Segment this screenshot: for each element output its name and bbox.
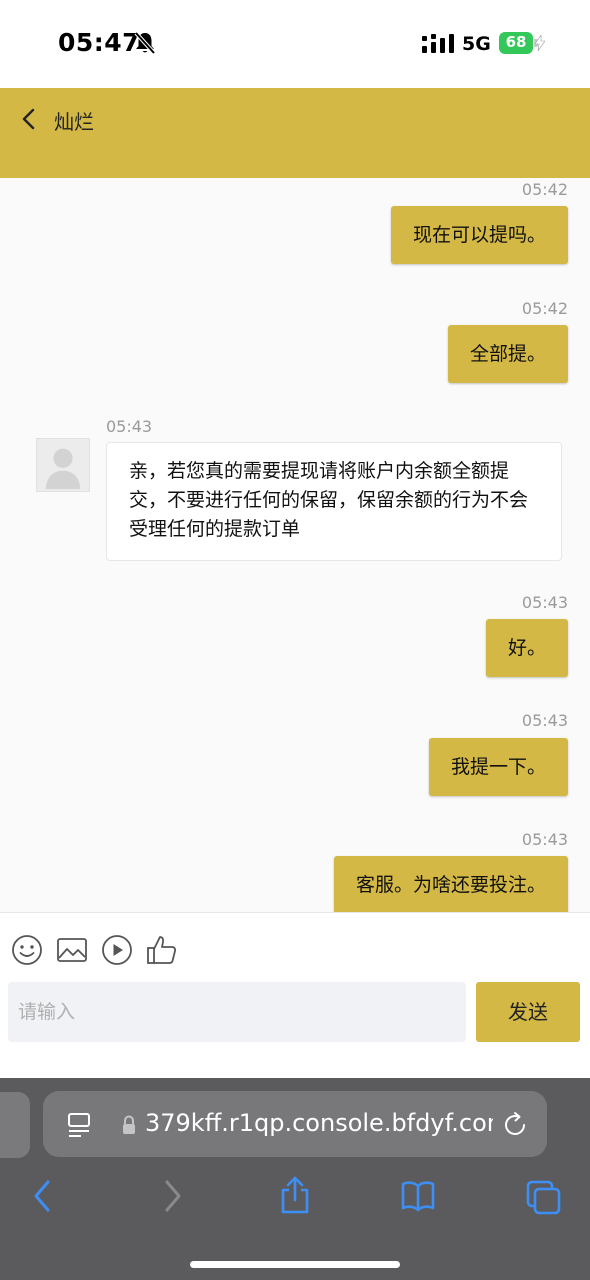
browser-toolbar: 379kff.r1qp.console.bfdyf.com bbox=[0, 1078, 590, 1280]
back-arrow-icon[interactable] bbox=[26, 1176, 62, 1216]
image-icon[interactable] bbox=[55, 933, 89, 967]
thumbs-up-icon[interactable] bbox=[145, 933, 179, 967]
message-time: 05:42 bbox=[521, 180, 568, 199]
message-list[interactable]: 05:42 现在可以提吗。 05:42 全部提。 05:43 亲，若您真的需要提… bbox=[0, 178, 590, 912]
url-text: 379kff.r1qp.console.bfdyf.com bbox=[145, 1109, 493, 1137]
outgoing-message[interactable]: 好。 bbox=[485, 619, 568, 677]
incoming-message[interactable]: 亲，若您真的需要提现请将账户内余额全额提 交，不要进行任何的保留，保留余额的行为… bbox=[106, 442, 562, 561]
home-indicator[interactable] bbox=[190, 1261, 400, 1268]
battery-level: 68 bbox=[505, 33, 527, 51]
user-silhouette-icon bbox=[45, 448, 81, 490]
battery-body: 68 bbox=[499, 32, 533, 54]
message-time: 05:43 bbox=[106, 417, 153, 436]
message-composer: 发送 bbox=[0, 912, 590, 1078]
battery-indicator: 68 bbox=[499, 32, 545, 54]
address-bar[interactable]: 379kff.r1qp.console.bfdyf.com bbox=[43, 1091, 547, 1157]
previous-tab-peek[interactable] bbox=[0, 1092, 30, 1158]
message-time: 05:42 bbox=[521, 299, 568, 318]
message-time: 05:43 bbox=[521, 711, 568, 730]
status-time: 05:47 bbox=[58, 28, 141, 57]
avatar[interactable] bbox=[36, 438, 90, 492]
bookmarks-icon[interactable] bbox=[400, 1176, 436, 1216]
chat-header: 灿烂 bbox=[0, 88, 590, 178]
send-button[interactable]: 发送 bbox=[476, 982, 580, 1042]
outgoing-message[interactable]: 全部提。 bbox=[447, 325, 568, 383]
outgoing-message[interactable]: 客服。为啥还要投注。 bbox=[333, 856, 568, 912]
lock-icon bbox=[123, 1115, 135, 1134]
status-bar: 05:47 5G 68 bbox=[0, 0, 590, 88]
bell-slash-icon bbox=[134, 31, 156, 55]
back-chevron-icon[interactable] bbox=[18, 106, 42, 132]
tabs-icon[interactable] bbox=[526, 1176, 562, 1216]
message-time: 05:43 bbox=[521, 593, 568, 612]
message-line: 亲，若您真的需要提现请将账户内余额全额提 bbox=[129, 460, 510, 482]
smiley-icon[interactable] bbox=[10, 933, 44, 967]
play-icon[interactable] bbox=[100, 933, 134, 967]
signal-icon bbox=[422, 34, 454, 53]
charging-bolt-icon bbox=[535, 35, 545, 51]
chat-title: 灿烂 bbox=[54, 110, 94, 134]
forward-arrow-icon[interactable] bbox=[153, 1176, 189, 1216]
message-time: 05:43 bbox=[521, 830, 568, 849]
page-menu-icon[interactable] bbox=[65, 1111, 93, 1139]
reload-icon[interactable] bbox=[501, 1111, 529, 1139]
outgoing-message[interactable]: 我提一下。 bbox=[428, 738, 568, 796]
outgoing-message[interactable]: 现在可以提吗。 bbox=[390, 206, 568, 264]
message-line: 交，不要进行任何的保留，保留余额的行为不会 bbox=[129, 489, 529, 511]
share-icon[interactable] bbox=[277, 1176, 313, 1216]
message-line: 受理任何的提款订单 bbox=[129, 518, 301, 540]
network-label: 5G bbox=[462, 33, 491, 55]
message-input[interactable] bbox=[8, 982, 466, 1042]
